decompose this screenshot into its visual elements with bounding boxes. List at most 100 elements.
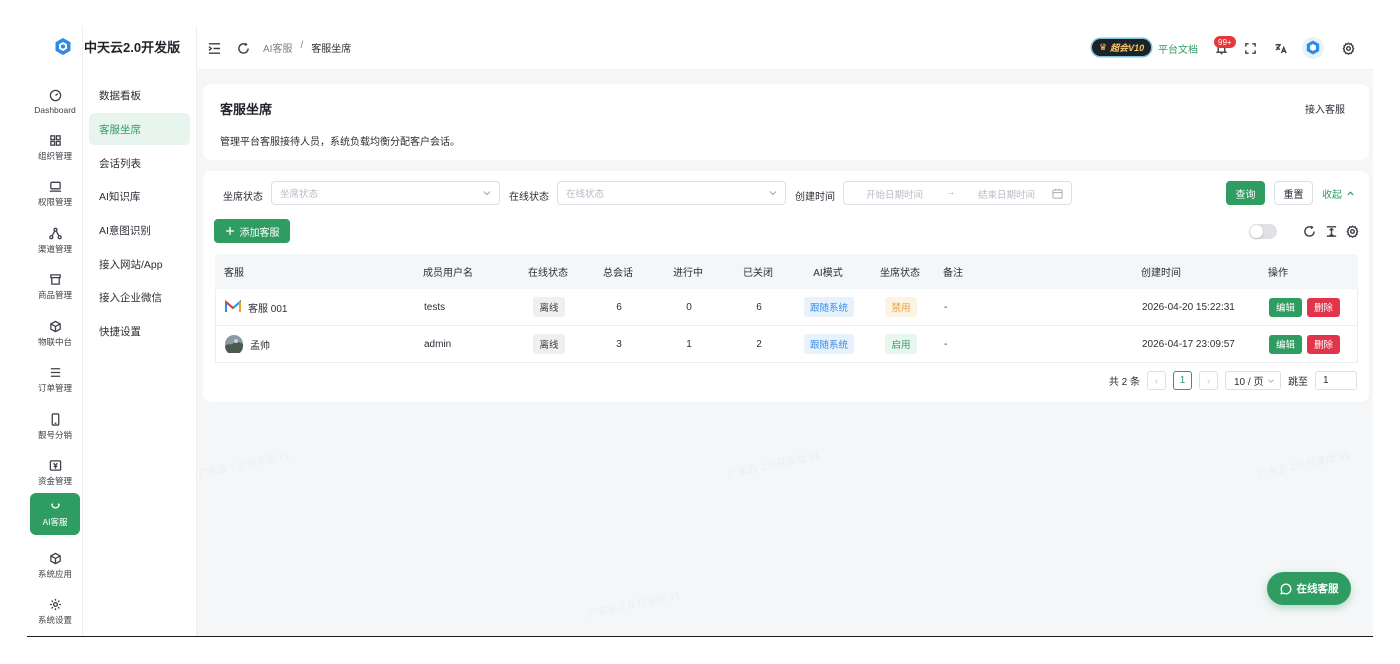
seat-status-placeholder: 坐席状态 bbox=[280, 189, 319, 200]
secondary-nav: 数据看板 客服坐席 会话列表 AI知识库 AI意图识别 接入网站/App 接入企… bbox=[83, 26, 197, 636]
rail-item-funds[interactable]: 资金管理 bbox=[30, 452, 80, 494]
online-service-float-button[interactable]: 在线客服 bbox=[1267, 572, 1351, 605]
created-cell: 2026-04-20 15:22:31 bbox=[1142, 301, 1235, 313]
network-icon bbox=[48, 227, 62, 240]
actions-cell: 编辑 删除 bbox=[1269, 326, 1345, 362]
total-count: 共 2 条 bbox=[1108, 377, 1140, 388]
density-icon[interactable] bbox=[1325, 225, 1338, 238]
rail-item-orders[interactable]: 订单管理 bbox=[30, 359, 80, 401]
chat-bubble-icon bbox=[1279, 583, 1291, 595]
vip-badge[interactable]: ♛ 超会V10 bbox=[1092, 39, 1152, 56]
page-size-select[interactable]: 10 / 页 bbox=[1225, 371, 1281, 390]
edit-button[interactable]: 编辑 bbox=[1269, 297, 1303, 317]
col-header-ongoing: 进行中 bbox=[673, 268, 703, 279]
submenu-item-sessions[interactable]: 会话列表 bbox=[89, 147, 190, 179]
column-settings-icon[interactable] bbox=[1346, 225, 1359, 239]
seat-status-tag: 禁用 bbox=[885, 297, 917, 317]
rail-label: 物联中台 bbox=[37, 337, 72, 347]
chevron-down-icon bbox=[769, 191, 777, 196]
reload-icon[interactable] bbox=[1303, 225, 1316, 238]
online-status-select[interactable]: 在线状态 bbox=[557, 181, 786, 205]
delete-button[interactable]: 删除 bbox=[1307, 334, 1341, 354]
rail-item-number[interactable]: 靓号分销 bbox=[30, 406, 80, 448]
goto-page-input[interactable]: 1 bbox=[1315, 371, 1357, 390]
col-header-seat-status: 坐席状态 bbox=[880, 268, 920, 279]
refresh-icon[interactable] bbox=[235, 40, 251, 56]
rail-item-apps[interactable]: 系统应用 bbox=[30, 545, 80, 587]
settings-icon[interactable] bbox=[1340, 40, 1356, 56]
rail-item-permission[interactable]: 权限管理 bbox=[30, 173, 80, 215]
rail-item-dashboard[interactable]: Dashboard bbox=[30, 81, 80, 123]
submenu-item-wecom[interactable]: 接入企业微信 bbox=[89, 281, 190, 313]
delete-button[interactable]: 删除 bbox=[1307, 297, 1341, 317]
logo-icon bbox=[55, 38, 71, 55]
rail-label: AI客服 bbox=[42, 517, 68, 527]
avatar[interactable] bbox=[1302, 37, 1324, 64]
submenu-item-intent[interactable]: AI意图识别 bbox=[89, 214, 190, 246]
submenu-item-dashboard[interactable]: 数据看板 bbox=[89, 79, 190, 111]
menu-fold-icon[interactable] bbox=[206, 40, 222, 56]
col-header-total: 总会话 bbox=[603, 268, 633, 279]
rail-item-org[interactable]: 组织管理 bbox=[30, 127, 80, 169]
top-header: AI客服 / 客服坐席 ♛ 超会V10 平台文档 99+ bbox=[197, 26, 1373, 70]
vip-label: 超会V10 bbox=[1110, 43, 1145, 53]
display-toggle[interactable] bbox=[1249, 224, 1277, 239]
rail-item-goods[interactable]: 商品管理 bbox=[30, 266, 80, 308]
col-header-closed: 已关闭 bbox=[743, 268, 773, 279]
next-page-button[interactable]: › bbox=[1199, 371, 1218, 390]
end-date-input[interactable]: 结束日期时间 bbox=[978, 187, 1035, 201]
brand-m-icon bbox=[225, 300, 241, 312]
query-button[interactable]: 查询 bbox=[1226, 181, 1265, 205]
online-cell: 离线 bbox=[519, 289, 579, 325]
date-range-picker[interactable]: 开始日期时间 → 结束日期时间 bbox=[843, 181, 1072, 205]
edit-button[interactable]: 编辑 bbox=[1269, 334, 1303, 354]
rail-item-ai-service[interactable]: AI客服 bbox=[30, 493, 80, 535]
note-cell: - bbox=[944, 338, 948, 350]
ai-mode-cell: 跟随系统 bbox=[799, 326, 859, 362]
created-time-label: 创建时间 bbox=[795, 192, 835, 203]
page-description: 管理平台客服接待人员，系统负载均衡分配客户会话。 bbox=[220, 137, 460, 148]
docs-link[interactable]: 平台文档 bbox=[1158, 41, 1198, 56]
yuan-icon bbox=[49, 460, 61, 471]
primary-nav-rail: Dashboard 组织管理 权限管理 渠道管理 商品管理 物联中台 订单管理 bbox=[27, 26, 83, 636]
reset-button[interactable]: 重置 bbox=[1274, 181, 1313, 205]
submenu-item-shortcut[interactable]: 快捷设置 bbox=[89, 315, 190, 347]
actions-cell: 编辑 删除 bbox=[1269, 289, 1345, 325]
start-date-input[interactable]: 开始日期时间 bbox=[866, 187, 923, 201]
breadcrumb-parent[interactable]: AI客服 bbox=[263, 40, 292, 55]
seat-status-select[interactable]: 坐席状态 bbox=[271, 181, 500, 205]
ongoing-cell: 0 bbox=[686, 301, 692, 313]
rail-item-channel[interactable]: 渠道管理 bbox=[30, 220, 80, 262]
agent-name: 孟帅 bbox=[250, 340, 270, 352]
agent-cell: 客服 001 bbox=[225, 289, 287, 325]
page-size-value: 10 / 页 bbox=[1234, 377, 1264, 388]
online-tag: 离线 bbox=[533, 297, 565, 317]
box-icon bbox=[49, 552, 61, 565]
rail-item-settings[interactable]: 系统设置 bbox=[30, 591, 80, 633]
online-status-placeholder: 在线状态 bbox=[566, 189, 605, 200]
brand[interactable]: 中天云2.0开发版 bbox=[54, 37, 180, 56]
fullscreen-icon[interactable] bbox=[1242, 40, 1258, 56]
add-service-button[interactable]: 添加客服 bbox=[214, 219, 290, 243]
translate-icon[interactable] bbox=[1272, 40, 1288, 56]
submenu-item-knowledge[interactable]: AI知识库 bbox=[89, 180, 190, 212]
created-cell: 2026-04-17 23:09:57 bbox=[1142, 338, 1235, 350]
prev-page-button[interactable]: ‹ bbox=[1147, 371, 1166, 390]
rail-label: 系统应用 bbox=[37, 569, 72, 579]
page-button-current[interactable]: 1 bbox=[1173, 371, 1192, 390]
username-cell: tests bbox=[424, 301, 446, 313]
username-cell: admin bbox=[424, 338, 452, 350]
breadcrumb-current: 客服坐席 bbox=[311, 44, 352, 55]
submenu-item-website[interactable]: 接入网站/App bbox=[89, 248, 190, 280]
seat-status-cell: 启用 bbox=[871, 326, 931, 362]
monitor-icon bbox=[49, 181, 61, 192]
collapse-button[interactable]: 收起 bbox=[1322, 186, 1355, 201]
pagination: 共 2 条 ‹ 1 › 10 / 页 跳至 1 bbox=[1109, 371, 1357, 390]
submenu-item-seats[interactable]: 客服坐席 bbox=[89, 113, 190, 145]
rail-item-iot[interactable]: 物联中台 bbox=[30, 313, 80, 355]
range-arrow: → bbox=[946, 187, 956, 198]
col-header-note: 备注 bbox=[943, 268, 963, 279]
rail-label: 权限管理 bbox=[37, 197, 72, 207]
connect-service-link[interactable]: 接入客服 bbox=[1305, 101, 1345, 116]
add-service-label: 添加客服 bbox=[239, 227, 280, 239]
